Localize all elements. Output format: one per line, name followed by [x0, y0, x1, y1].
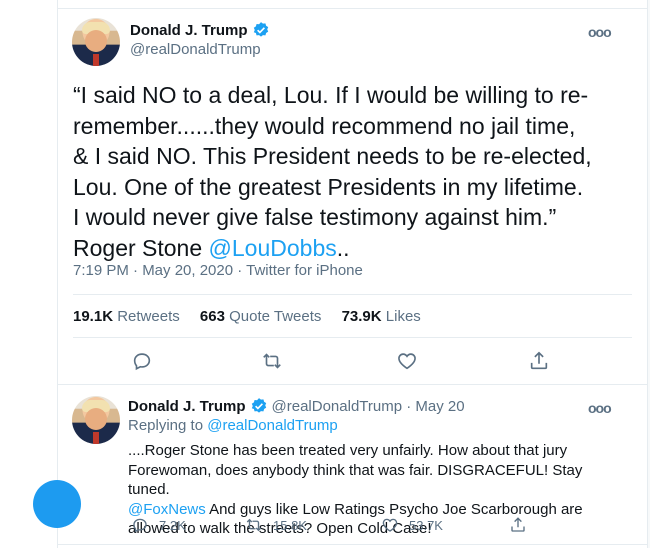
more-icon[interactable]: ooo [588, 24, 612, 40]
compose-tweet-button[interactable] [33, 480, 81, 528]
handle-row: @realDonaldTrump [130, 41, 261, 58]
like-count: 53.7K [409, 517, 443, 533]
reply-button[interactable]: 7.2K [131, 516, 186, 534]
reply-handle-time[interactable]: @realDonaldTrump · May 20 [272, 398, 465, 415]
reply-display-name[interactable]: Donald J. Trump [128, 398, 246, 415]
retweet-icon[interactable] [261, 350, 283, 372]
handle[interactable]: @realDonaldTrump [130, 41, 261, 58]
mention-link[interactable]: @FoxNews [128, 501, 206, 518]
tweet-text: “I said NO to a deal, Lou. If I would be… [73, 80, 593, 263]
reply-icon[interactable] [131, 350, 153, 372]
tweet-thread: Donald J. Trump @realDonaldTrump ooo “I … [33, 0, 648, 548]
tweet-timestamp[interactable]: 7:19 PM · May 20, 2020 · Twitter for iPh… [73, 262, 363, 279]
share-icon [511, 517, 525, 532]
replying-to: Replying to @realDonaldTrump [128, 417, 338, 434]
display-name[interactable]: Donald J. Trump [130, 22, 248, 39]
quotes-label: Quote Tweets [229, 308, 322, 325]
divider [73, 294, 632, 295]
share-icon[interactable] [528, 350, 550, 372]
more-icon[interactable]: ooo [588, 400, 612, 416]
verified-badge-icon [252, 21, 270, 39]
quote-tweets-stat[interactable]: 663 Quote Tweets [200, 308, 321, 325]
tweet-text-end: .. [336, 234, 350, 261]
avatar[interactable] [72, 18, 120, 66]
retweet-count: 15.8K [273, 517, 307, 533]
likes-count: 73.9K [341, 308, 382, 325]
share-button[interactable] [509, 516, 537, 534]
likes-label: Likes [385, 308, 421, 325]
mention-link[interactable]: @LouDobbs [209, 235, 337, 261]
like-icon [382, 518, 398, 532]
reply-text-part1: ....Roger Stone has been treated very un… [128, 442, 583, 498]
top-divider [58, 8, 647, 9]
engagement-stats: 19.1K Retweets 663 Quote Tweets 73.9K Li… [73, 308, 437, 325]
reply-avatar[interactable] [72, 396, 120, 444]
verified-badge-icon [250, 397, 268, 415]
retweet-button[interactable]: 15.8K [245, 516, 307, 534]
retweets-count: 19.1K [73, 308, 114, 325]
reply-icon [133, 518, 147, 533]
like-icon[interactable] [396, 350, 418, 372]
quotes-count: 663 [199, 308, 225, 325]
tweet-actions [58, 350, 647, 374]
replying-label: Replying to [128, 417, 208, 434]
replying-handle-link[interactable]: @realDonaldTrump [207, 417, 338, 434]
retweets-stat[interactable]: 19.1K Retweets [73, 308, 180, 325]
retweets-label: Retweets [117, 308, 180, 325]
retweet-icon [246, 518, 262, 532]
like-button[interactable]: 53.7K [381, 516, 443, 534]
tweet-divider [58, 544, 647, 545]
likes-stat[interactable]: 73.9K Likes [342, 308, 421, 325]
author-name-row[interactable]: Donald J. Trump [130, 21, 270, 39]
reply-author-row[interactable]: Donald J. Trump @realDonaldTrump · May 2… [128, 397, 465, 415]
tweet-divider [58, 384, 647, 385]
reply-count: 7.2K [159, 517, 186, 533]
divider [73, 337, 632, 338]
